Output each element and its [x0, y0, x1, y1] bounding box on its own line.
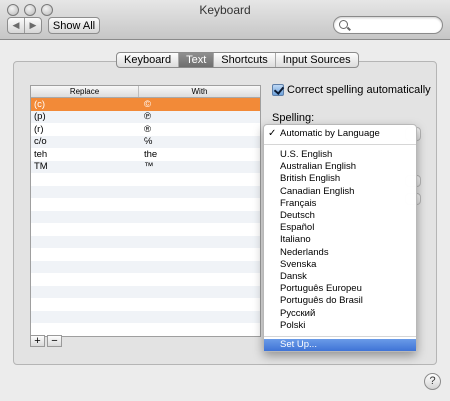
table-row[interactable]: TM ™	[31, 160, 260, 174]
back-arrow-icon[interactable]: ◀	[8, 18, 25, 33]
menu-item-set-up[interactable]: Set Up...	[264, 339, 416, 351]
tab-input-sources[interactable]: Input Sources	[276, 53, 358, 67]
search-input[interactable]	[351, 18, 439, 32]
with-cell[interactable]: ℗	[139, 111, 260, 124]
menu-item-language[interactable]: Deutsch	[264, 210, 416, 222]
with-cell[interactable]: ®	[139, 123, 260, 136]
column-header-replace[interactable]: Replace	[31, 86, 139, 97]
menu-item-automatic-by-language[interactable]: Automatic by Language	[264, 128, 416, 140]
with-cell[interactable]: ™	[139, 161, 260, 174]
empty-table-row	[31, 223, 260, 236]
add-row-button[interactable]: +	[30, 335, 45, 347]
empty-table-row	[31, 310, 260, 323]
with-cell[interactable]: ©	[139, 98, 260, 111]
table-row[interactable]: teh the	[31, 148, 260, 161]
menu-separator	[264, 144, 416, 145]
table-row[interactable]: c/o ℅	[31, 135, 260, 149]
table-row[interactable]: (p) ℗	[31, 110, 260, 124]
menu-item-language[interactable]: Português do Brasil	[264, 295, 416, 307]
replace-cell[interactable]: teh	[31, 148, 139, 161]
tab-text[interactable]: Text	[179, 53, 215, 67]
empty-table-row	[31, 260, 260, 273]
menu-item-language[interactable]: Canadian English	[264, 186, 416, 198]
search-icon	[339, 20, 348, 29]
back-forward-control: ◀ ▶	[7, 17, 42, 34]
empty-table-row	[31, 185, 260, 198]
menu-item-language[interactable]: Svenska	[264, 259, 416, 271]
table-header: Replace With	[31, 86, 260, 98]
empty-table-row	[31, 273, 260, 286]
table-row[interactable]: (c) ©	[31, 98, 260, 111]
replace-cell[interactable]: (c)	[31, 98, 139, 111]
empty-table-row	[31, 173, 260, 186]
help-button[interactable]: ?	[424, 373, 441, 390]
menu-item-language[interactable]: Русский	[264, 308, 416, 320]
add-remove-controls: + −	[30, 335, 64, 347]
menu-item-language[interactable]: Español	[264, 222, 416, 234]
keyboard-preferences-window: Keyboard ◀ ▶ Show All Keyboard Text Shor…	[0, 0, 450, 401]
menu-item-language[interactable]: Dansk	[264, 271, 416, 283]
menu-item-language[interactable]: Polski	[264, 320, 416, 332]
empty-table-row	[31, 248, 260, 261]
correct-spelling-checkbox[interactable]	[272, 84, 284, 96]
empty-table-row	[31, 285, 260, 298]
menu-item-language[interactable]: Nederlands	[264, 247, 416, 259]
remove-row-button[interactable]: −	[47, 335, 62, 347]
show-all-button[interactable]: Show All	[48, 17, 100, 34]
correct-spelling-label: Correct spelling automatically	[287, 84, 431, 96]
empty-table-row	[31, 298, 260, 311]
tab-keyboard[interactable]: Keyboard	[117, 53, 180, 67]
window-title: Keyboard	[199, 3, 251, 17]
with-cell[interactable]: the	[139, 148, 260, 161]
menu-item-language[interactable]: Australian English	[264, 161, 416, 173]
spelling-dropdown-menu: Automatic by Language U.S. EnglishAustra…	[263, 124, 417, 352]
search-field[interactable]	[333, 16, 443, 34]
empty-table-row	[31, 235, 260, 248]
replace-cell[interactable]: (r)	[31, 123, 139, 136]
tab-bar: Keyboard Text Shortcuts Input Sources	[116, 52, 359, 68]
replace-cell[interactable]: TM	[31, 161, 139, 174]
correct-spelling-option[interactable]: Correct spelling automatically	[272, 84, 431, 96]
tab-shortcuts[interactable]: Shortcuts	[214, 53, 276, 67]
menu-item-language[interactable]: British English	[264, 173, 416, 185]
title-toolbar: Keyboard ◀ ▶ Show All	[0, 0, 450, 40]
forward-arrow-icon[interactable]: ▶	[25, 18, 41, 33]
menu-item-language[interactable]: Italiano	[264, 234, 416, 246]
replace-cell[interactable]: (p)	[31, 111, 139, 124]
empty-table-row	[31, 198, 260, 211]
table-row[interactable]: (r) ®	[31, 123, 260, 136]
replace-cell[interactable]: c/o	[31, 136, 139, 149]
menu-item-language[interactable]: Português Europeu	[264, 283, 416, 295]
table-body: (c) © (p) ℗ (r) ® c/o ℅ teh the TM ™	[31, 98, 260, 323]
column-header-with[interactable]: With	[139, 86, 260, 97]
with-cell[interactable]: ℅	[139, 136, 260, 149]
menu-separator	[264, 336, 416, 337]
empty-table-row	[31, 210, 260, 223]
text-replacement-table[interactable]: Replace With (c) © (p) ℗ (r) ® c/o ℅ teh the TM ™	[30, 85, 261, 337]
menu-item-language[interactable]: U.S. English	[264, 149, 416, 161]
menu-item-language[interactable]: Français	[264, 198, 416, 210]
spelling-label: Spelling:	[272, 112, 315, 124]
